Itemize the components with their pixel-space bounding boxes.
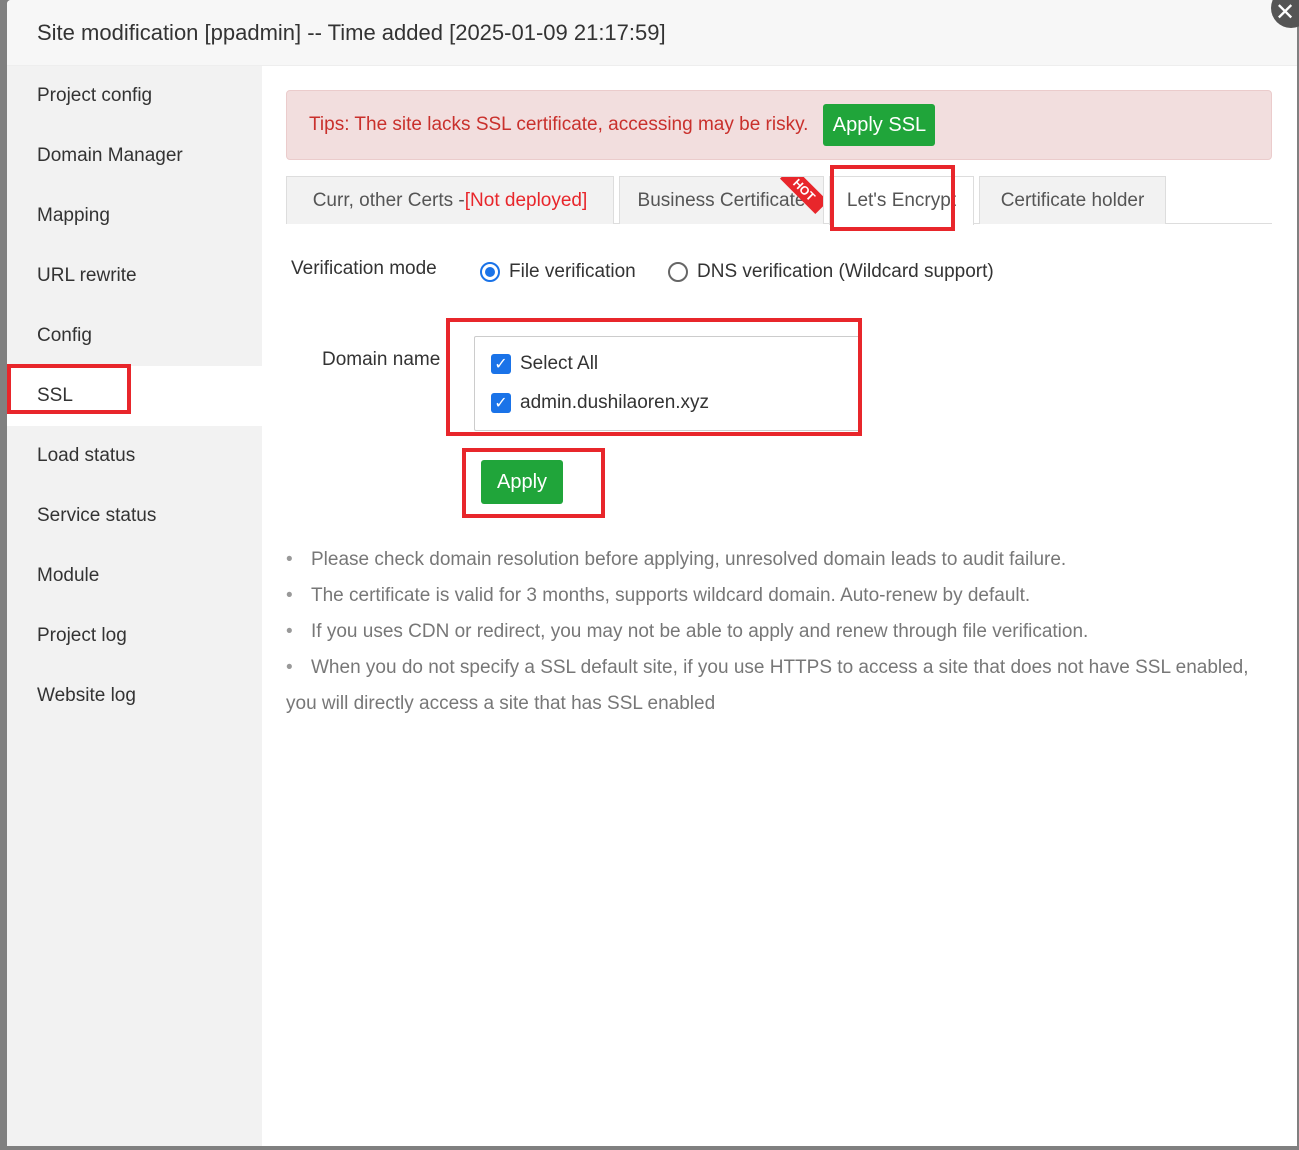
sidebar-item-label: Service status xyxy=(37,505,157,526)
note-item-continued: you will directly access a site that has… xyxy=(286,693,716,714)
sidebar-item-mapping[interactable]: Mapping xyxy=(7,186,262,246)
domain-name-label: Domain name xyxy=(322,349,441,370)
tab-label: Curr, other Certs - xyxy=(312,189,465,211)
radio-label: File verification xyxy=(509,261,636,282)
sidebar-item-config[interactable]: Config xyxy=(7,306,262,366)
tip-text: Tips: The site lacks SSL certificate, ac… xyxy=(309,114,809,135)
sidebar-item-label: Mapping xyxy=(37,205,110,226)
sidebar-item-url-rewrite[interactable]: URL rewrite xyxy=(7,246,262,306)
annotation-box-lets-encrypt xyxy=(830,165,955,231)
note-item: Please check domain resolution before ap… xyxy=(286,542,1276,578)
note-item: If you uses CDN or redirect, you may not… xyxy=(286,614,1276,650)
ssl-panel: Tips: The site lacks SSL certificate, ac… xyxy=(262,66,1297,1146)
sidebar-item-service-status[interactable]: Service status xyxy=(7,486,262,546)
sidebar-item-load-status[interactable]: Load status xyxy=(7,426,262,486)
radio-label: DNS verification (Wildcard support) xyxy=(697,261,994,282)
radio-unchecked-icon xyxy=(668,262,688,282)
sidebar-item-website-log[interactable]: Website log xyxy=(7,666,262,726)
tab-label: Certificate holder xyxy=(1000,189,1145,211)
annotation-box-apply xyxy=(462,448,605,518)
verification-mode-label: Verification mode xyxy=(291,258,437,279)
sidebar-item-project-log[interactable]: Project log xyxy=(7,606,262,666)
apply-ssl-button[interactable]: Apply SSL xyxy=(823,104,936,146)
radio-file-verification[interactable]: File verification xyxy=(480,261,636,283)
cert-tabs: Curr, other Certs - [Not deployed] Busin… xyxy=(286,176,1272,225)
annotation-box-domain xyxy=(446,318,862,436)
sidebar: Project config Domain Manager Mapping UR… xyxy=(7,66,262,1146)
sidebar-item-label: Website log xyxy=(37,685,136,706)
sidebar-item-domain-manager[interactable]: Domain Manager xyxy=(7,126,262,186)
sidebar-item-module[interactable]: Module xyxy=(7,546,262,606)
note-item: The certificate is valid for 3 months, s… xyxy=(286,578,1276,614)
ssl-warning-tip: Tips: The site lacks SSL certificate, ac… xyxy=(286,90,1272,160)
sidebar-item-label: Module xyxy=(37,565,100,586)
sidebar-item-label: Project log xyxy=(37,625,127,646)
sidebar-item-label: Project config xyxy=(37,85,153,106)
dialog-title: Site modification [ppadmin] -- Time adde… xyxy=(37,19,666,45)
tab-certificate-holder[interactable]: Certificate holder xyxy=(979,176,1166,224)
sidebar-item-label: Config xyxy=(37,325,92,346)
ssl-notes: Please check domain resolution before ap… xyxy=(286,542,1276,722)
tab-business-certificate[interactable]: Business Certificate HOT xyxy=(619,176,824,224)
radio-checked-icon xyxy=(480,262,500,282)
sidebar-item-project-config[interactable]: Project config xyxy=(7,66,262,126)
deploy-status: [Not deployed] xyxy=(464,189,588,211)
radio-dns-verification[interactable]: DNS verification (Wildcard support) xyxy=(668,261,994,283)
close-icon[interactable]: ✕ xyxy=(1271,0,1299,28)
sidebar-item-label: Load status xyxy=(37,445,136,466)
annotation-box-ssl xyxy=(7,364,131,414)
note-item: When you do not specify a SSL default si… xyxy=(286,650,1276,686)
sidebar-item-label: URL rewrite xyxy=(37,265,137,286)
tab-current-certs[interactable]: Curr, other Certs - [Not deployed] xyxy=(286,176,614,224)
dialog-titlebar: Site modification [ppadmin] -- Time adde… xyxy=(7,0,1297,66)
sidebar-item-label: Domain Manager xyxy=(37,145,183,166)
tab-label: Business Certificate xyxy=(637,189,806,211)
site-modification-dialog: Site modification [ppadmin] -- Time adde… xyxy=(7,0,1297,1146)
